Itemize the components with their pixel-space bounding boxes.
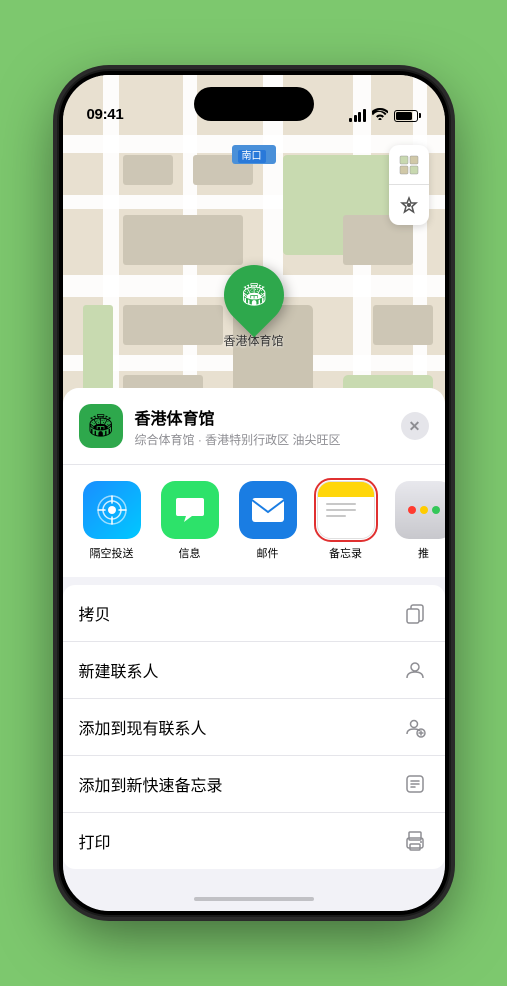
battery-icon bbox=[394, 110, 421, 122]
action-label-print: 打印 bbox=[79, 829, 111, 853]
more-icon-wrap bbox=[395, 481, 445, 539]
phone-frame: 09:41 bbox=[59, 71, 449, 915]
share-label-notes: 备忘录 bbox=[329, 545, 362, 561]
share-row: 隔空投送 信息 bbox=[63, 465, 445, 585]
messages-icon-wrap bbox=[161, 481, 219, 539]
action-item-copy[interactable]: 拷贝 bbox=[63, 585, 445, 642]
status-icons bbox=[349, 108, 421, 123]
action-item-quick-note[interactable]: 添加到新快速备忘录 bbox=[63, 756, 445, 813]
share-label-airdrop: 隔空投送 bbox=[90, 545, 134, 561]
share-label-more: 推 bbox=[418, 545, 429, 561]
share-item-mail[interactable]: 邮件 bbox=[235, 481, 301, 561]
share-label-messages: 信息 bbox=[179, 545, 201, 561]
dynamic-island bbox=[194, 87, 314, 121]
share-item-notes[interactable]: 备忘录 bbox=[313, 481, 379, 561]
new-contact-icon bbox=[401, 656, 429, 684]
bottom-sheet: 🏟 香港体育馆 综合体育馆 · 香港特别行政区 油尖旺区 ✕ bbox=[63, 388, 445, 911]
map-controls bbox=[389, 145, 429, 225]
venue-icon: 🏟 bbox=[79, 404, 123, 448]
venue-name: 香港体育馆 bbox=[135, 405, 389, 429]
copy-icon bbox=[401, 599, 429, 627]
print-icon bbox=[401, 827, 429, 855]
notes-icon-wrap bbox=[317, 481, 375, 539]
venue-card: 🏟 香港体育馆 综合体育馆 · 香港特别行政区 油尖旺区 ✕ bbox=[63, 388, 445, 465]
signal-icon bbox=[349, 109, 366, 122]
venue-info: 香港体育馆 综合体育馆 · 香港特别行政区 油尖旺区 bbox=[135, 405, 389, 448]
location-pin: 🏟 香港体育馆 bbox=[223, 265, 283, 349]
status-time: 09:41 bbox=[87, 106, 124, 123]
action-item-print[interactable]: 打印 bbox=[63, 813, 445, 869]
share-item-messages[interactable]: 信息 bbox=[157, 481, 223, 561]
map-type-button[interactable] bbox=[389, 145, 429, 185]
airdrop-icon-wrap bbox=[83, 481, 141, 539]
mail-icon-wrap bbox=[239, 481, 297, 539]
more-dots-icon bbox=[408, 506, 440, 514]
location-button[interactable] bbox=[389, 185, 429, 225]
action-label-copy: 拷贝 bbox=[79, 601, 111, 625]
pin-inner-icon: 🏟 bbox=[240, 282, 268, 308]
action-label-quick-note: 添加到新快速备忘录 bbox=[79, 772, 223, 796]
share-item-more[interactable]: 推 bbox=[391, 481, 445, 561]
add-contact-icon bbox=[401, 713, 429, 741]
action-label-new-contact: 新建联系人 bbox=[79, 658, 159, 682]
action-list: 拷贝 新建联系人 bbox=[63, 585, 445, 869]
share-item-airdrop[interactable]: 隔空投送 bbox=[79, 481, 145, 561]
share-label-mail: 邮件 bbox=[257, 545, 279, 561]
action-label-add-contact: 添加到现有联系人 bbox=[79, 715, 207, 739]
home-indicator bbox=[194, 897, 314, 901]
wifi-icon bbox=[372, 108, 388, 123]
action-item-new-contact[interactable]: 新建联系人 bbox=[63, 642, 445, 699]
quick-note-icon bbox=[401, 770, 429, 798]
action-item-add-contact[interactable]: 添加到现有联系人 bbox=[63, 699, 445, 756]
phone-inner: 09:41 bbox=[63, 75, 445, 911]
pin-circle: 🏟 bbox=[211, 253, 296, 338]
close-button[interactable]: ✕ bbox=[401, 412, 429, 440]
venue-subtitle: 综合体育馆 · 香港特别行政区 油尖旺区 bbox=[135, 431, 389, 448]
map-label: 南口 bbox=[232, 145, 276, 164]
